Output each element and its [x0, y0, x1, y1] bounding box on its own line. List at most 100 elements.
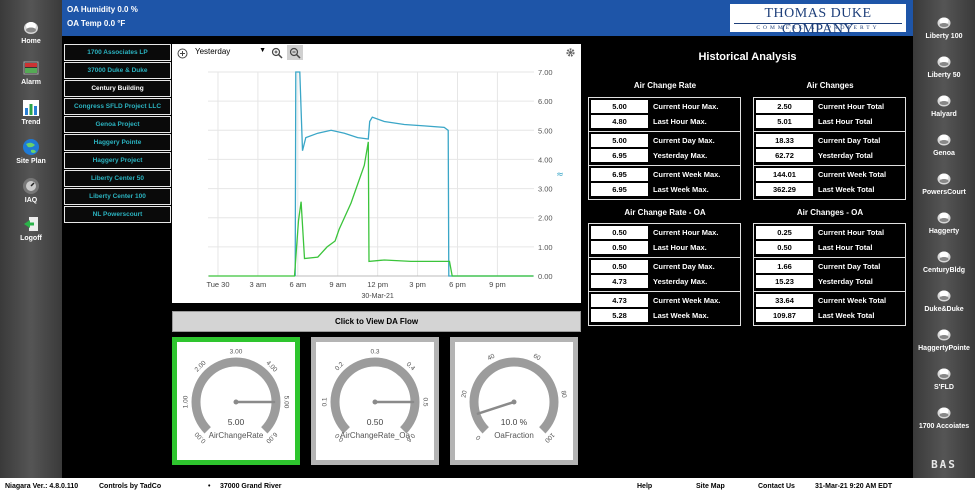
stat-label: Current Hour Max. [653, 228, 719, 237]
site-link[interactable]: Haggerty [913, 209, 975, 235]
stat-row: 5.00 Current Day Max. [591, 134, 738, 148]
zoom-in-icon[interactable] [271, 47, 283, 59]
stat-group: 1.66 Current Day Total 15.23 Yesterday Tota… [753, 257, 906, 292]
nav-iaq-label: IAQ [24, 197, 38, 204]
stat-row: 6.95 Last Week Max. [591, 183, 738, 197]
stat-row: 5.00 Current Hour Max. [591, 100, 738, 114]
building-icon [937, 212, 951, 224]
nav-home[interactable]: Home [0, 18, 62, 45]
oa-temp: OA Temp 0.0 °F [67, 19, 126, 28]
building-item[interactable]: Haggery Pointe [64, 134, 171, 151]
building-icon [937, 134, 951, 146]
building-item[interactable]: Liberty Center 50 [64, 170, 171, 187]
series-marker: ≈ [556, 170, 564, 180]
stat-value: 2.50 [756, 100, 813, 113]
gauge-title: AirChangeRate [209, 431, 264, 440]
site-link[interactable]: PowersCourt [913, 170, 975, 196]
building-item[interactable]: 37000 Duke & Duke [64, 62, 171, 79]
y-tick-label: 2.00 [538, 214, 553, 223]
stat-value: 62.72 [756, 149, 813, 162]
x-tick-label: 3 pm [409, 280, 426, 289]
stat-label: Current Hour Total [818, 102, 885, 111]
stat-value: 6.95 [591, 149, 648, 162]
building-item[interactable]: Liberty Center 100 [64, 188, 171, 205]
gauge-tick-label: 20 [461, 390, 469, 399]
gauge-hub [233, 399, 239, 405]
gauge-tick-label: 6.00 [264, 430, 278, 444]
x-tick-label: 9 am [329, 280, 346, 289]
stat-value: 0.25 [756, 226, 813, 239]
app-root: Home Alarm Trend Site Plan IAQ Logoff OA… [0, 0, 975, 495]
site-link[interactable]: 1700 Accoiates [913, 404, 975, 430]
left-nav: Home Alarm Trend Site Plan IAQ Logoff [0, 0, 62, 478]
building-item[interactable]: Haggery Project [64, 152, 171, 169]
footer-controls: Controls by TadCo [99, 483, 162, 490]
nav-site-plan[interactable]: Site Plan [0, 138, 62, 165]
stat-group: 6.95 Current Week Max. 6.95 Last Week Max. [588, 165, 741, 200]
building-item[interactable]: Century Building [64, 80, 171, 97]
site-link[interactable]: HaggertyPointe [913, 326, 975, 352]
logo-name: THOMAS DUKE COMPANY [764, 6, 872, 37]
site-link[interactable]: Duke&Duke [913, 287, 975, 313]
section-title: Air Changes [806, 81, 854, 90]
view-da-flow-button[interactable]: Click to View DA Flow [172, 311, 581, 332]
time-range-select[interactable]: Yesterday ▼ [193, 47, 269, 60]
gauge-dial: 0 20 40 60 80 100 10.0 % OaFraction [461, 353, 568, 444]
stat-row: 4.73 Current Week Max. [591, 294, 738, 308]
stat-value: 0.50 [591, 241, 648, 254]
stat-label: Last Hour Max. [653, 117, 707, 126]
stat-row: 6.95 Current Week Max. [591, 168, 738, 182]
gauge-tick-label: 60 [532, 353, 542, 363]
site-link[interactable]: Halyard [913, 92, 975, 118]
x-tick-label: 12 pm [367, 280, 388, 289]
nav-iaq[interactable]: IAQ [0, 177, 62, 204]
building-icon [937, 56, 951, 68]
logo-subtitle: COMMERCIAL PROPERTY [756, 25, 880, 31]
nav-home-label: Home [21, 38, 41, 45]
building-icon [937, 173, 951, 185]
footer-contact-link[interactable]: Contact Us [758, 478, 795, 495]
y-tick-label: 7.00 [538, 68, 553, 77]
site-link[interactable]: CenturyBldg [913, 248, 975, 274]
logo-divider [734, 23, 902, 24]
stat-label: Last Hour Total [818, 117, 873, 126]
gauge-title: OaFraction [494, 431, 534, 440]
gauge-tick-label: 0.5 [422, 397, 429, 406]
gauge-dial: 0.001.002.003.004.005.006.005.00AirChang… [183, 349, 290, 445]
stat-row: 362.29 Last Week Total [756, 183, 903, 197]
footer-help-link[interactable]: Help [637, 478, 652, 495]
stat-value: 0.50 [756, 241, 813, 254]
time-range-value: Yesterday [195, 47, 231, 56]
stat-label: Last Week Max. [653, 185, 709, 194]
site-link[interactable]: S'FLD [913, 365, 975, 391]
gauge-air-change-rate-oa[interactable]: 0.0 0.1 0.2 0.3 0.4 0.5 0.6 0.50 AirChangeRate_O… [311, 337, 439, 465]
stat-value: 362.29 [756, 183, 813, 196]
gauge-title: AirChangeRate_Oa [340, 431, 410, 440]
building-item[interactable]: Genoa Project [64, 116, 171, 133]
building-item[interactable]: 1700 Associates LP [64, 44, 171, 61]
stat-label: Current Day Max. [653, 262, 715, 271]
nav-logoff[interactable]: Logoff [0, 215, 62, 242]
add-series-icon[interactable] [177, 48, 188, 59]
nav-alarm[interactable]: Alarm [0, 59, 62, 86]
nav-trend[interactable]: Trend [0, 99, 62, 126]
trend-icon [23, 100, 39, 116]
stat-row: 5.01 Last Hour Total [756, 115, 903, 129]
footer-site-map-link[interactable]: Site Map [696, 478, 725, 495]
site-link[interactable]: Liberty 100 [913, 14, 975, 40]
site-link[interactable]: Liberty 50 [913, 53, 975, 79]
building-item[interactable]: NL Powerscourt [64, 206, 171, 223]
site-link[interactable]: Genoa [913, 131, 975, 157]
gauge-oa-fraction[interactable]: 0 20 40 60 80 100 10.0 % OaFraction [450, 337, 578, 465]
footer-version: Niagara Ver.: 4.8.0.110 [5, 483, 79, 490]
gauge-air-change-rate[interactable]: 0.00 1.00 2.00 3.00 4.00 5.00 6.00 5.00 AirChang… [172, 337, 300, 465]
stat-label: Yesterday Total [818, 151, 873, 160]
stat-row: 15.23 Yesterday Total [756, 275, 903, 289]
section-title: Air Change Rate - OA [624, 208, 706, 217]
gear-icon[interactable] [565, 47, 576, 58]
zoom-out-button[interactable] [287, 45, 303, 60]
x-tick-label: 6 am [289, 280, 306, 289]
building-item[interactable]: Congress SFLD Project LLC [64, 98, 171, 115]
trend-chart[interactable]: 0.00 1.00 2.00 3.00 4.00 5.00 6.00 7.00 Tue 30 3 … [172, 62, 581, 303]
stat-value: 109.87 [756, 309, 813, 322]
